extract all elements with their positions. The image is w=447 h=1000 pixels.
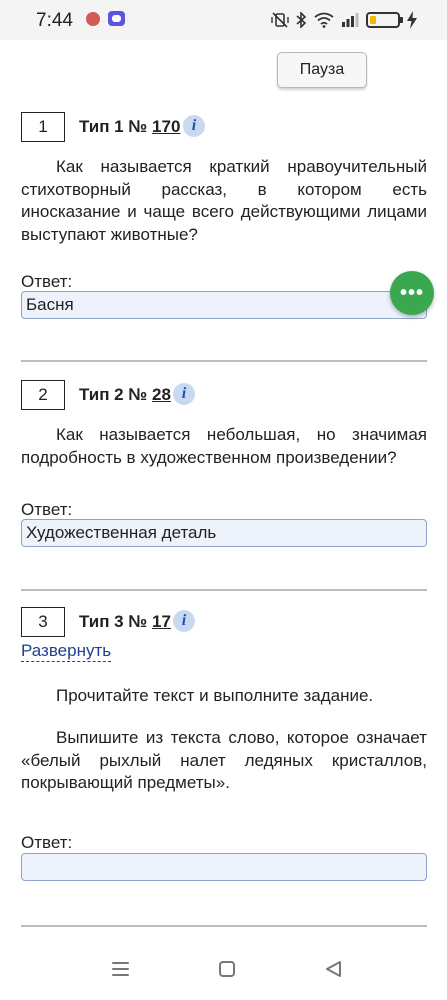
info-icon[interactable]: i — [173, 383, 195, 405]
vibrate-off-icon — [271, 12, 289, 28]
task-instruction: Прочитайте текст и выполните задание. — [56, 686, 374, 705]
menu-icon[interactable] — [112, 962, 129, 976]
pause-button[interactable]: Пауза — [277, 52, 367, 88]
status-bar: 7:44 — [0, 0, 447, 40]
info-icon[interactable]: i — [173, 610, 195, 632]
battery-icon — [366, 12, 403, 28]
more-icon[interactable]: ••• — [390, 271, 434, 315]
home-icon[interactable] — [219, 961, 235, 977]
answer-input[interactable] — [21, 853, 427, 881]
task-1: 1 Тип 1 № 170 i Как называется краткий н… — [21, 112, 427, 319]
answer-label: Ответ: — [21, 833, 73, 852]
task-type: Тип 3 № 17 — [79, 612, 171, 632]
task-type: Тип 1 № 170 — [79, 117, 180, 137]
back-icon[interactable] — [324, 960, 342, 978]
task-2: 2 Тип 2 № 28 i Как называется небольшая,… — [21, 380, 427, 547]
task-number: 1 — [21, 112, 65, 142]
task-type-label: Тип 2 № — [79, 385, 148, 404]
task-header: 1 Тип 1 № 170 i — [21, 112, 427, 142]
task-type: Тип 2 № 28 — [79, 385, 171, 405]
task-type-label: Тип 3 № — [79, 612, 148, 631]
answer-input[interactable]: Художественная деталь — [21, 519, 427, 547]
divider — [21, 360, 427, 362]
charging-icon — [407, 11, 417, 29]
answer-label: Ответ: — [21, 272, 73, 291]
task-type-label: Тип 1 № — [79, 117, 148, 136]
task-question: Как называется краткий нравоучительный с… — [21, 157, 427, 244]
info-icon[interactable]: i — [183, 115, 205, 137]
divider — [21, 589, 427, 591]
task-id-link[interactable]: 28 — [152, 385, 171, 404]
task-id-link[interactable]: 170 — [152, 117, 180, 136]
divider — [21, 925, 427, 927]
task-3: 3 Тип 3 № 17 i Развернуть Прочитайте тек… — [21, 607, 427, 881]
task-question: Выпишите из текста слово, которое означа… — [21, 728, 427, 792]
bluetooth-icon — [296, 12, 307, 28]
task-header: 3 Тип 3 № 17 i — [21, 607, 427, 637]
task-header: 2 Тип 2 № 28 i — [21, 380, 427, 410]
task-question: Как называется небольшая, но значимая по… — [21, 425, 427, 467]
answer-label: Ответ: — [21, 500, 73, 519]
answer-input[interactable]: Басня — [21, 291, 427, 319]
message-notification-icon — [108, 11, 125, 26]
task-number: 3 — [21, 607, 65, 637]
task-number: 2 — [21, 380, 65, 410]
task-id-link[interactable]: 17 — [152, 612, 171, 631]
expand-link[interactable]: Развернуть — [21, 641, 112, 662]
wifi-icon — [314, 12, 334, 28]
status-icons — [271, 9, 417, 31]
app-notification-icon — [86, 12, 100, 26]
signal-icon — [342, 13, 359, 27]
status-time: 7:44 — [36, 10, 73, 31]
nav-bar — [0, 950, 447, 1000]
